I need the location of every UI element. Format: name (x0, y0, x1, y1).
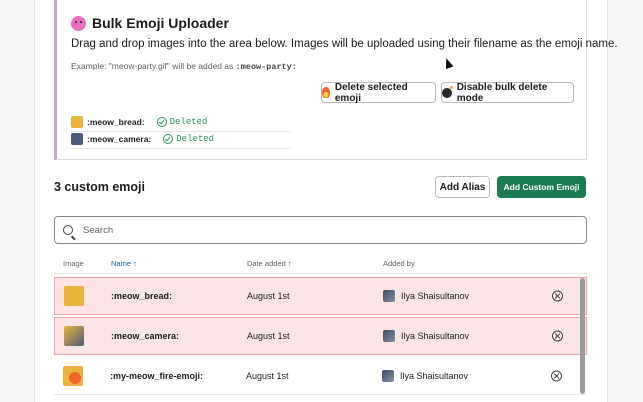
meow-bread-icon (71, 116, 83, 128)
uploader-example: Example: "meow-party.gif" will be added … (71, 61, 297, 72)
added-by-user: Ilya Shaisultanov (401, 331, 470, 341)
disable-bulk-delete-button[interactable]: Disable bulk delete mode (441, 82, 574, 104)
search-icon (63, 225, 73, 235)
date-added: August 1st (246, 370, 289, 381)
table-row[interactable]: :meow_bread: August 1st Ilya Shaisultano… (54, 277, 587, 315)
emoji-name: :meow_camera: (111, 331, 180, 341)
remove-emoji-icon[interactable] (552, 330, 563, 342)
emoji-name: :my-meow_fire-emoji: (110, 370, 204, 381)
emoji-image (63, 365, 83, 386)
uploaded-item: :meow_bread: Deleted (71, 116, 291, 132)
remove-emoji-icon[interactable] (552, 290, 563, 302)
emoji-count-heading: 3 custom emoji (54, 180, 145, 194)
check-icon (156, 117, 167, 127)
remove-emoji-icon[interactable] (551, 370, 562, 381)
bomb-icon (442, 85, 453, 98)
column-header-added-by: Added by (383, 259, 415, 268)
add-alias-button[interactable]: Add Alias (435, 176, 490, 198)
deleted-status: Deleted (163, 134, 214, 144)
fire-icon (322, 87, 330, 98)
date-added: August 1st (247, 291, 290, 301)
added-by-user: Ilya Shaisultanov (401, 291, 470, 301)
avatar (383, 330, 395, 342)
uploaded-item: :meow_camera: Deleted (71, 133, 291, 149)
check-icon (163, 134, 174, 144)
column-header-date[interactable]: Date added ↑ (247, 259, 292, 268)
column-header-image: Image (63, 259, 84, 268)
date-added: August 1st (247, 331, 290, 341)
uploader-title: Bulk Emoji Uploader (71, 15, 229, 31)
avatar (383, 290, 395, 302)
uploader-description: Drag and drop images into the area below… (71, 38, 618, 50)
emoji-face-icon (71, 15, 86, 31)
emoji-name: :meow_bread: (111, 291, 173, 301)
added-by-user: Ilya Shaisultanov (400, 370, 469, 381)
search-input[interactable] (81, 223, 565, 237)
column-header-name[interactable]: Name ↑ (111, 259, 137, 268)
table-row[interactable]: :meow_camera: August 1st Ilya Shaisultan… (54, 317, 587, 355)
search-box[interactable] (54, 216, 587, 244)
scrollbar[interactable] (580, 278, 585, 394)
meow-camera-icon (71, 133, 83, 145)
emoji-image (64, 286, 84, 306)
table-row[interactable]: :my-meow_fire-emoji: August 1st Ilya Sha… (54, 357, 587, 395)
delete-selected-emoji-button[interactable]: Delete selected emoji (321, 82, 436, 104)
bulk-uploader-dropzone[interactable]: Bulk Emoji Uploader Drag and drop images… (54, 0, 618, 160)
avatar (382, 369, 394, 382)
deleted-status: Deleted (156, 117, 207, 127)
emoji-image (64, 326, 84, 346)
add-custom-emoji-button[interactable]: Add Custom Emoji (497, 176, 586, 198)
